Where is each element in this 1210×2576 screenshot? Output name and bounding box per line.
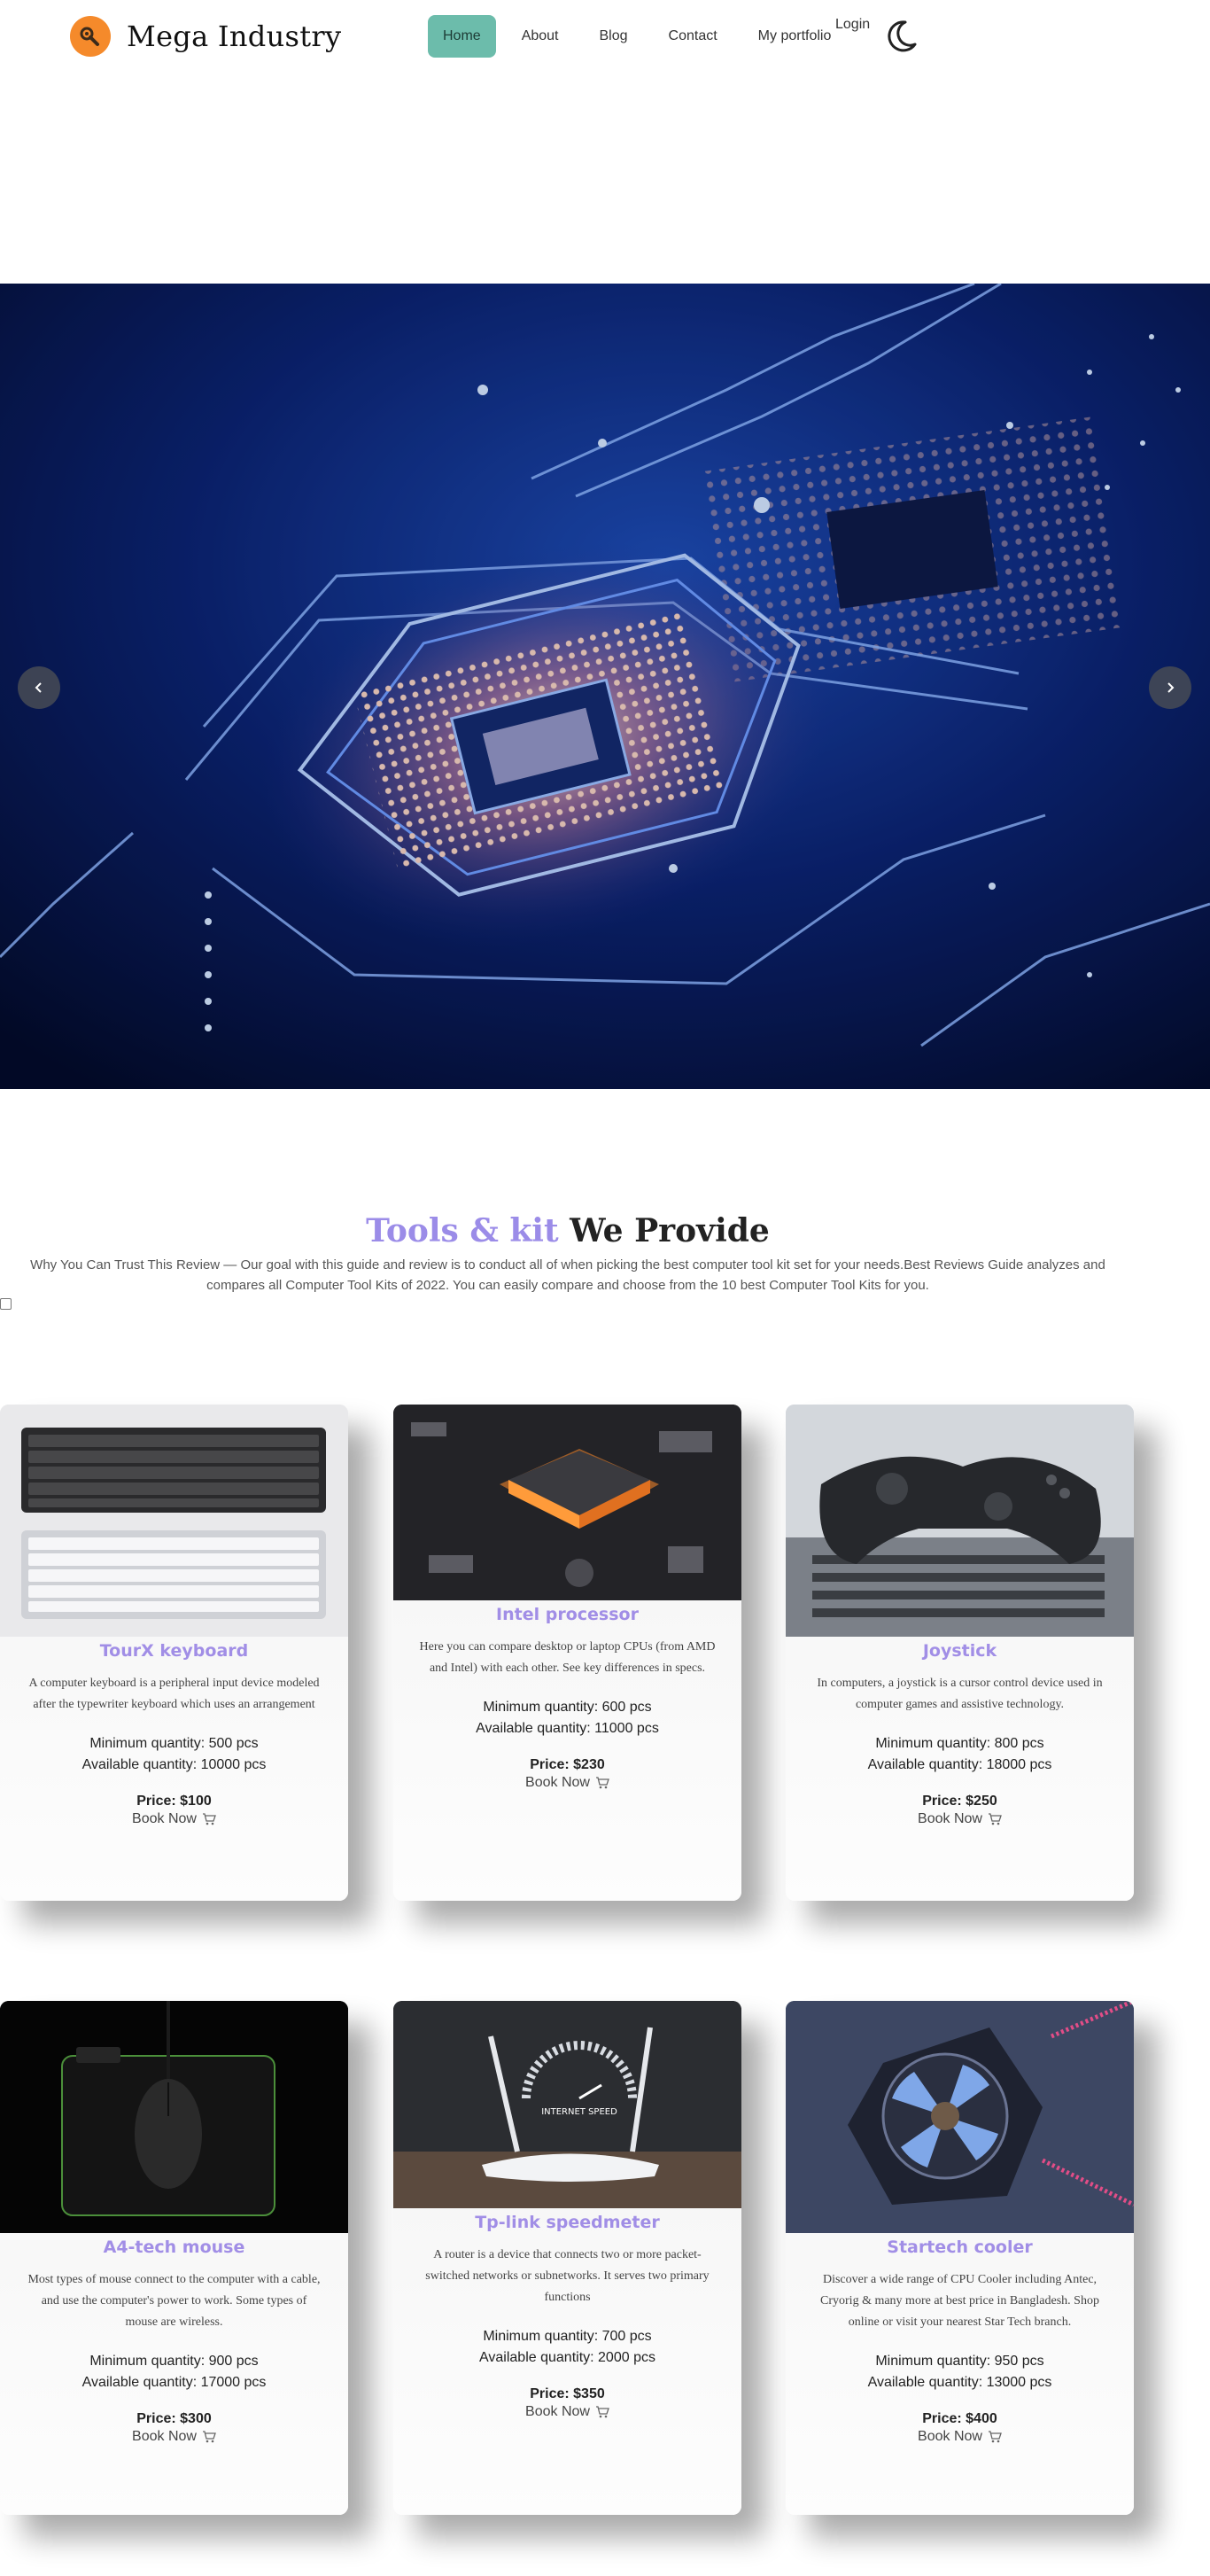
product-description: In computers, a joystick is a cursor con… [817,1677,1103,1711]
cart-icon [595,2406,609,2418]
brand-name: Mega Industry [127,19,342,53]
nav-blog[interactable]: Blog [585,15,643,58]
product-name: A4-tech mouse [103,2237,245,2257]
product-card-cooler: Startech cooler Discover a wide range of… [786,2001,1134,2515]
product-price: Price: $230 [530,1757,605,1772]
mouse-image [0,2001,348,2233]
available-quantity: Available quantity: 17000 pcs [81,2375,267,2390]
cart-icon [988,2431,1002,2443]
product-name: Startech cooler [887,2237,1033,2257]
nav-home[interactable]: Home [428,15,496,58]
product-name: Intel processor [496,1605,639,1624]
book-now-button[interactable]: Book Now [918,2429,1002,2445]
nav-my-portfolio[interactable]: My portfolio [743,15,847,58]
router-image: INTERNET SPEED [393,2001,741,2208]
main-menu: Home About Blog Contact My portfolio [428,15,857,58]
available-quantity: Available quantity: 11000 pcs [476,1721,659,1736]
product-quantity: Minimum quantity: 700 pcs Available quan… [393,2326,741,2369]
product-card-router: INTERNET SPEED Tp-link speedmeter A rout… [393,2001,741,2515]
product-quantity: Minimum quantity: 600 pcs Available quan… [393,1697,741,1739]
brand[interactable]: Mega Industry [70,16,341,57]
product-name: Tp-link speedmeter [475,2213,660,2232]
nav-contact[interactable]: Contact [654,15,733,58]
checkbox[interactable] [0,1298,12,1310]
available-quantity: Available quantity: 10000 pcs [81,1757,267,1772]
product-quantity: Minimum quantity: 900 pcs Available quan… [0,2351,348,2393]
book-now-button[interactable]: Book Now [525,1775,609,1791]
router-speed-label: INTERNET SPEED [541,2107,617,2117]
cooler-image [786,2001,1134,2233]
min-quantity: Minimum quantity: 500 pcs [89,1736,259,1751]
available-quantity: Available quantity: 2000 pcs [479,2350,655,2365]
book-now-button[interactable]: Book Now [918,1811,1002,1827]
product-price: Price: $250 [922,1794,997,1809]
min-quantity: Minimum quantity: 950 pcs [875,2354,1044,2369]
product-price: Price: $350 [530,2386,605,2401]
product-description: A computer keyboard is a peripheral inpu… [28,1677,320,1711]
carousel-next-button[interactable] [1149,666,1191,709]
product-description: Discover a wide range of CPU Cooler incl… [820,2273,1099,2329]
book-now-button[interactable]: Book Now [132,1811,216,1827]
cart-icon [988,1813,1002,1825]
product-price: Price: $400 [922,2411,997,2426]
product-card-joystick: Joystick In computers, a joystick is a c… [786,1405,1134,1901]
min-quantity: Minimum quantity: 700 pcs [483,2329,652,2344]
cart-icon [595,1777,609,1789]
cart-icon [202,2431,216,2443]
product-card-mouse: A4-tech mouse Most types of mouse connec… [0,2001,348,2515]
nav-about[interactable]: About [507,15,574,58]
keyboard-image [0,1405,348,1637]
section-title-accent: Tools & kit [366,1212,559,1249]
section-title-rest: We Provide [570,1212,770,1249]
available-quantity: Available quantity: 13000 pcs [867,2375,1052,2390]
product-name: Joystick [922,1641,997,1661]
product-name: TourX keyboard [99,1641,249,1661]
processor-image [393,1405,741,1600]
circuit-board-processor-image [0,284,1210,1089]
product-quantity: Minimum quantity: 800 pcs Available quan… [786,1733,1134,1776]
product-card-keyboard: TourX keyboard A computer keyboard is a … [0,1405,348,1901]
book-now-label: Book Now [132,2429,197,2444]
book-now-button[interactable]: Book Now [525,2404,609,2420]
min-quantity: Minimum quantity: 900 pcs [89,2354,259,2369]
navbar: Mega Industry Home About Blog Contact My… [0,0,1210,73]
min-quantity: Minimum quantity: 600 pcs [483,1700,652,1715]
hero-carousel [0,284,1210,1089]
book-now-label: Book Now [132,1811,197,1826]
login-link[interactable]: Login [835,17,870,33]
joystick-image [786,1405,1134,1637]
chevron-right-icon [1167,682,1175,693]
chevron-left-icon [35,682,42,693]
book-now-button[interactable]: Book Now [132,2429,216,2445]
book-now-label: Book Now [525,2404,590,2419]
cart-icon [202,1813,216,1825]
moon-icon[interactable] [884,18,919,53]
available-quantity: Available quantity: 18000 pcs [867,1757,1052,1772]
section-title: Tools & kit We Provide [0,1212,1136,1249]
section-description: Why You Can Trust This Review — Our goal… [30,1257,1105,1293]
product-price: Price: $100 [136,1794,212,1809]
book-now-label: Book Now [918,2429,982,2444]
product-description: Here you can compare desktop or laptop C… [419,1640,716,1675]
product-description: Most types of mouse connect to the compu… [27,2273,321,2329]
book-now-label: Book Now [525,1775,590,1790]
product-description: A router is a device that connects two o… [425,2248,710,2304]
book-now-label: Book Now [918,1811,982,1826]
product-quantity: Minimum quantity: 500 pcs Available quan… [0,1733,348,1776]
carousel-prev-button[interactable] [18,666,60,709]
wrench-icon [70,16,111,57]
product-card-processor: Intel processor Here you can compare des… [393,1405,741,1901]
product-price: Price: $300 [136,2411,212,2426]
product-quantity: Minimum quantity: 950 pcs Available quan… [786,2351,1134,2393]
min-quantity: Minimum quantity: 800 pcs [875,1736,1044,1751]
